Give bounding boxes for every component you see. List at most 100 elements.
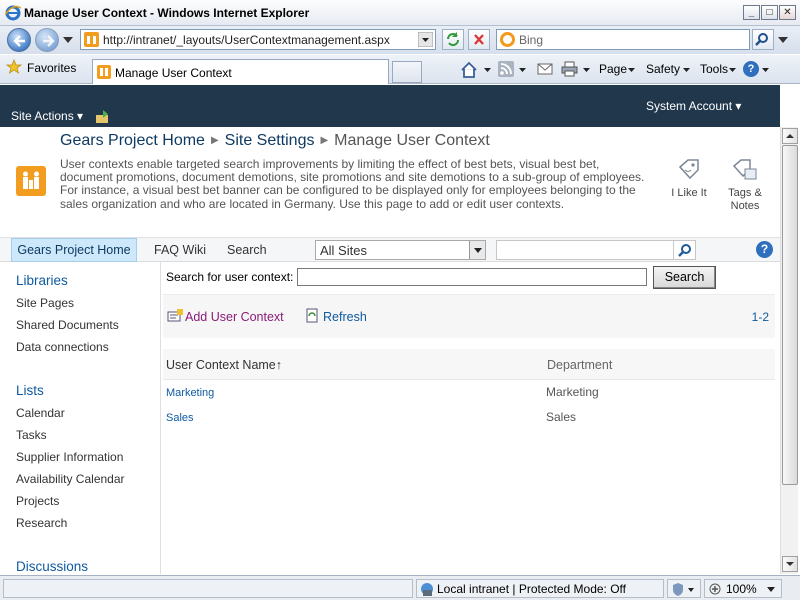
scope-dropdown-icon[interactable] bbox=[469, 241, 485, 259]
home-dropdown-icon[interactable] bbox=[484, 68, 491, 72]
ql-item-supplier-information[interactable]: Supplier Information bbox=[16, 450, 123, 464]
ql-item-tasks[interactable]: Tasks bbox=[16, 428, 47, 442]
ql-lists-header[interactable]: Lists bbox=[16, 383, 44, 398]
favorites-label: Favorites bbox=[27, 61, 77, 75]
address-text[interactable]: http://intranet/_layouts/UserContextmana… bbox=[103, 33, 390, 47]
search-context-input[interactable] bbox=[297, 268, 647, 286]
site-search-button[interactable] bbox=[673, 241, 695, 259]
table-row-name-link[interactable]: Sales bbox=[166, 412, 194, 424]
close-window-button[interactable]: ✕ bbox=[779, 5, 796, 20]
tab-title: Manage User Context bbox=[115, 66, 232, 80]
home-icon[interactable] bbox=[460, 61, 478, 78]
search-button[interactable]: Search bbox=[653, 266, 716, 289]
ql-item-site-pages[interactable]: Site Pages bbox=[16, 296, 74, 310]
search-go-button[interactable] bbox=[752, 29, 774, 50]
page-dropdown-icon[interactable] bbox=[628, 68, 635, 72]
sharepoint-page-icon bbox=[84, 32, 99, 47]
forward-arrow-icon bbox=[43, 35, 55, 47]
help-icon[interactable]: ? bbox=[743, 61, 759, 77]
page-description: User contexts enable targeted search imp… bbox=[60, 157, 645, 211]
tools-menu[interactable]: Tools bbox=[700, 62, 728, 76]
maximize-button[interactable]: □ bbox=[761, 5, 778, 20]
ql-item-calendar[interactable]: Calendar bbox=[16, 406, 65, 420]
refresh-link[interactable]: Refresh bbox=[323, 310, 367, 324]
ql-item-data-connections[interactable]: Data connections bbox=[16, 340, 109, 354]
table-header: User Context Name↑ Department bbox=[163, 349, 775, 380]
zoom-dropdown-icon[interactable] bbox=[767, 587, 775, 592]
mail-icon[interactable] bbox=[537, 62, 553, 76]
bing-search-box[interactable]: Bing bbox=[496, 29, 750, 50]
ql-item-projects[interactable]: Projects bbox=[16, 494, 59, 508]
ql-item-availability-calendar[interactable]: Availability Calendar bbox=[16, 472, 125, 486]
security-zone[interactable]: Local intranet | Protected Mode: Off bbox=[416, 579, 664, 598]
page-menu[interactable]: Page bbox=[599, 62, 627, 76]
browser-tab[interactable]: Manage User Context bbox=[92, 59, 389, 84]
address-dropdown-icon[interactable] bbox=[418, 32, 433, 47]
ql-libraries-header[interactable]: Libraries bbox=[16, 273, 68, 288]
zoom-level: 100% bbox=[726, 582, 757, 596]
ql-item-shared-documents[interactable]: Shared Documents bbox=[16, 318, 119, 332]
i-like-it-button[interactable]: I Like It bbox=[670, 153, 708, 200]
feeds-icon[interactable] bbox=[498, 61, 514, 77]
nav-search[interactable]: Search bbox=[227, 243, 267, 257]
feeds-dropdown-icon[interactable] bbox=[519, 68, 526, 72]
sharepoint-help-icon[interactable]: ? bbox=[756, 241, 773, 258]
tags-notes-button[interactable]: Tags & Notes bbox=[722, 153, 768, 213]
tags-label-line2: Notes bbox=[730, 200, 760, 212]
nav-home-tab[interactable]: Gears Project Home bbox=[11, 238, 137, 262]
window-title-bar: Manage User Context - Windows Internet E… bbox=[0, 0, 800, 26]
search-scope-select[interactable]: All Sites bbox=[315, 240, 486, 260]
security-zone-text: Local intranet | Protected Mode: Off bbox=[437, 582, 626, 596]
page-scrollbar[interactable] bbox=[780, 127, 798, 574]
print-dropdown-icon[interactable] bbox=[583, 68, 590, 72]
nav-faq-wiki[interactable]: FAQ Wiki bbox=[154, 243, 206, 257]
paging-indicator: 1-2 bbox=[751, 310, 769, 324]
account-name: System Account bbox=[646, 99, 733, 113]
table-row-department: Sales bbox=[546, 410, 577, 424]
scroll-up-arrow-icon[interactable] bbox=[782, 128, 798, 144]
back-button[interactable] bbox=[7, 28, 31, 52]
protected-mode-button[interactable] bbox=[667, 579, 701, 598]
column-header-user-context-name[interactable]: User Context Name↑ bbox=[166, 358, 282, 372]
zoom-control[interactable]: 100% bbox=[704, 579, 782, 598]
site-search-input[interactable] bbox=[496, 240, 696, 260]
breadcrumb-site-settings-link[interactable]: Site Settings bbox=[225, 132, 315, 149]
sort-ascending-icon: ↑ bbox=[275, 358, 283, 372]
site-actions-menu[interactable]: Site Actions ▾ bbox=[11, 109, 83, 123]
refresh-icon bbox=[447, 32, 459, 46]
minimize-button[interactable]: _ bbox=[743, 5, 760, 20]
print-icon[interactable] bbox=[561, 61, 578, 77]
ql-discussions-header[interactable]: Discussions bbox=[16, 559, 88, 574]
column-header-department[interactable]: Department bbox=[547, 358, 612, 372]
scrollbar-thumb[interactable] bbox=[782, 145, 798, 485]
breadcrumb: Gears Project Home ▶ Site Settings ▶ Manage … bbox=[60, 132, 490, 150]
tags-notes-icon bbox=[732, 159, 757, 180]
table-row-name-link[interactable]: Marketing bbox=[166, 387, 214, 399]
back-arrow-icon bbox=[13, 35, 25, 47]
bing-logo-icon bbox=[500, 32, 515, 47]
status-progress-area bbox=[3, 579, 413, 598]
scroll-down-arrow-icon[interactable] bbox=[782, 556, 798, 572]
safety-dropdown-icon[interactable] bbox=[683, 68, 690, 72]
stop-icon bbox=[474, 34, 484, 45]
search-options-dropdown-icon[interactable] bbox=[778, 37, 788, 43]
refresh-page-button[interactable] bbox=[442, 29, 464, 50]
breadcrumb-home-link[interactable]: Gears Project Home bbox=[60, 132, 205, 149]
navigate-up-icon[interactable] bbox=[95, 109, 111, 125]
help-dropdown-icon[interactable] bbox=[762, 68, 769, 72]
sharepoint-ribbon: Site Actions ▾ System Account ▾ bbox=[0, 85, 780, 127]
add-user-context-link[interactable]: Add User Context bbox=[185, 310, 284, 324]
address-bar[interactable]: http://intranet/_layouts/UserContextmana… bbox=[80, 29, 436, 50]
history-dropdown-icon[interactable] bbox=[63, 37, 73, 43]
new-tab-button[interactable] bbox=[392, 61, 422, 83]
forward-button[interactable] bbox=[35, 28, 59, 52]
stop-button[interactable] bbox=[468, 29, 490, 50]
account-menu[interactable]: System Account ▾ bbox=[646, 99, 741, 113]
tools-dropdown-icon[interactable] bbox=[729, 68, 736, 72]
title-area: Gears Project Home ▶ Site Settings ▶ Manage … bbox=[0, 127, 780, 237]
safety-menu[interactable]: Safety bbox=[646, 62, 680, 76]
magnifier-icon bbox=[755, 33, 768, 46]
i-like-it-label: I Like It bbox=[671, 187, 707, 199]
tags-label-line1: Tags & bbox=[728, 187, 762, 199]
ql-item-research[interactable]: Research bbox=[16, 516, 67, 530]
